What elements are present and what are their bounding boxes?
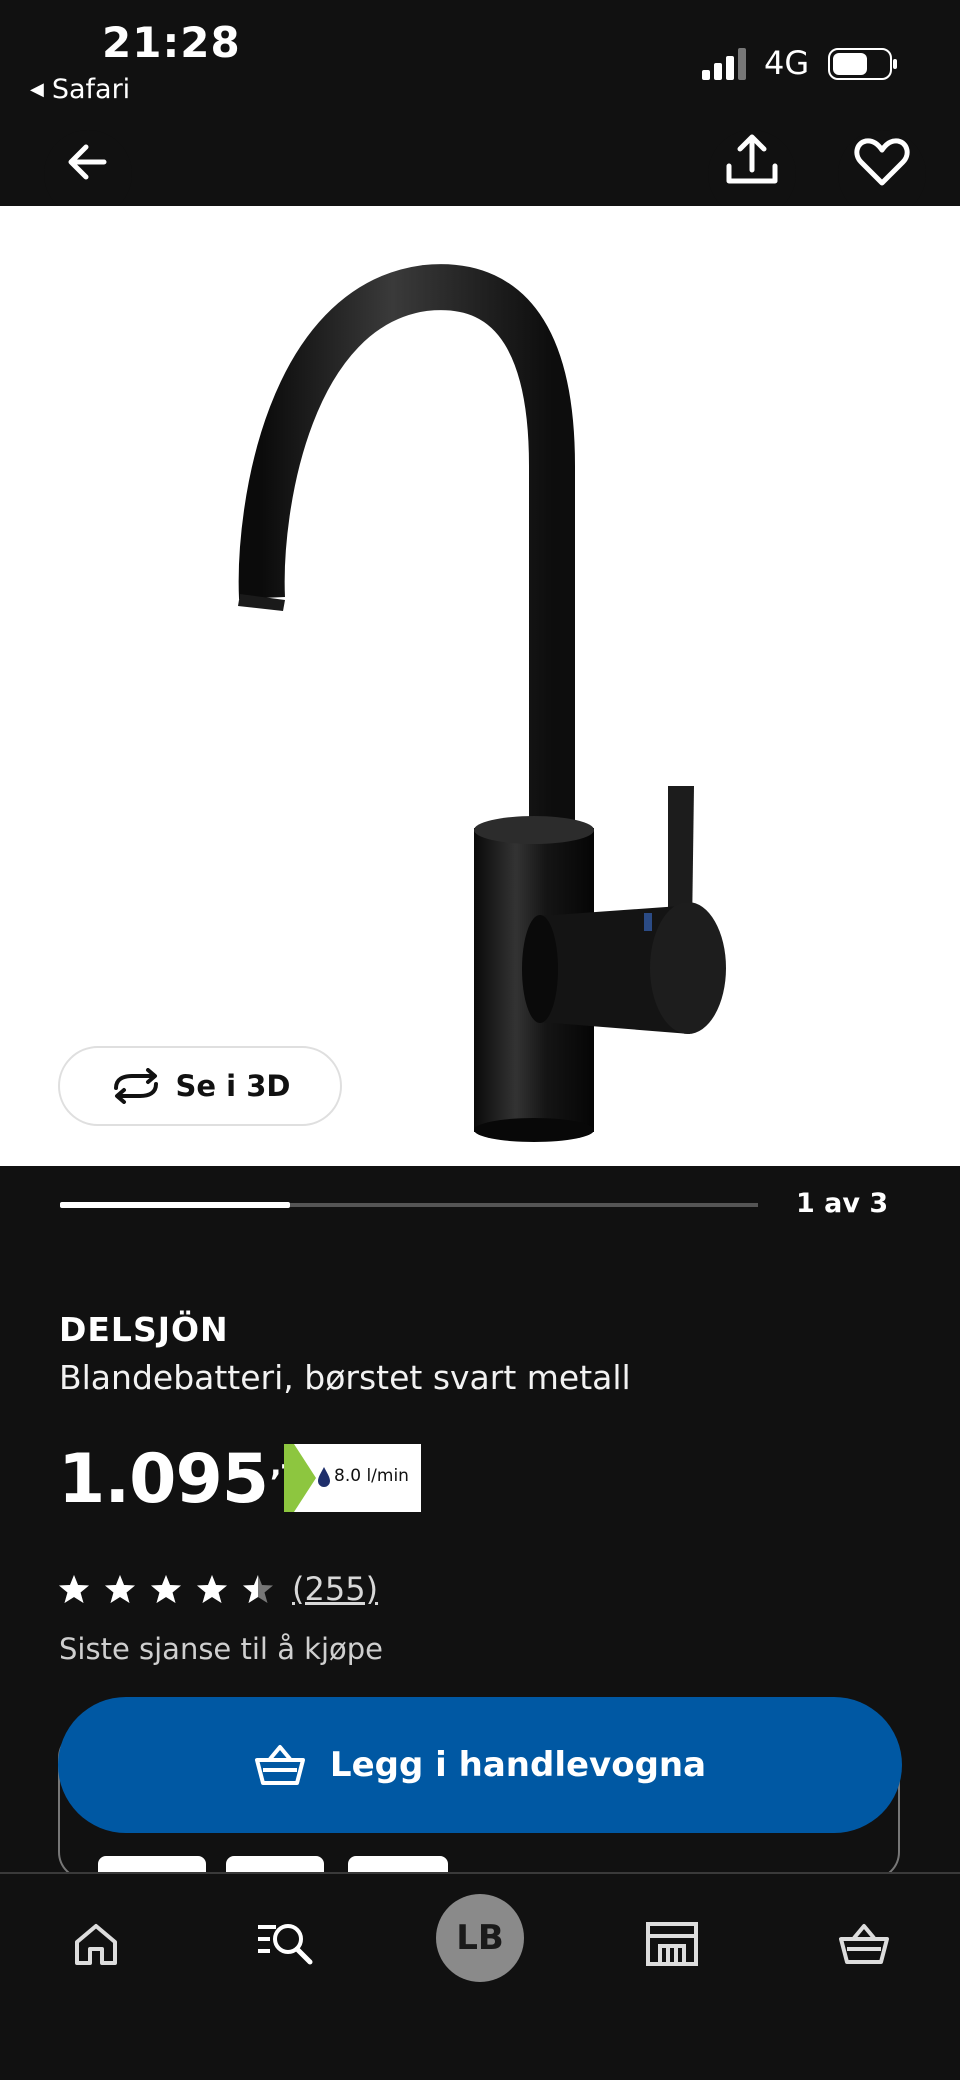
basket-icon [254,1745,305,1785]
star-icon [105,1575,135,1603]
product-description: Blandebatteri, børstet svart metall [59,1358,631,1397]
search-icon [258,1924,313,1965]
water-flow-label[interactable]: 8.0 l/min [284,1444,421,1512]
star-icon [151,1575,181,1603]
product-name: DELSJÖN [59,1310,229,1349]
share-icon [726,134,778,184]
status-time: 21:28 [102,18,241,67]
app-header [0,120,960,206]
back-app-label: Safari [51,74,131,105]
network-type: 4G [764,44,810,82]
signal-icon [702,48,746,80]
rotate-3d-icon [113,1068,158,1104]
gallery-progress-fill [60,1202,290,1208]
rating[interactable]: (255) [58,1570,378,1608]
nav-profile-avatar[interactable]: LB [436,1894,524,1982]
arrow-left-icon [68,144,107,180]
back-triangle-icon: ◀ [30,79,44,100]
faucet-image [238,264,726,1142]
review-count[interactable]: (255) [292,1570,378,1608]
view-3d-label: Se i 3D [175,1069,291,1103]
view-3d-button[interactable]: Se i 3D [58,1046,342,1126]
basket-icon [839,1924,889,1964]
favorite-button[interactable] [846,126,918,198]
nav-stores[interactable] [632,1904,712,1984]
nav-search[interactable] [246,1904,326,1984]
home-icon [75,1924,117,1965]
gallery-counter: 1 av 3 [796,1188,889,1219]
battery-icon [828,48,897,80]
availability-text: Siste sjanse til å kjøpe [59,1632,384,1666]
flow-label-strip [284,1444,294,1512]
heart-icon [854,138,910,186]
flow-label-arrow [294,1444,316,1512]
nav-basket[interactable] [824,1904,904,1984]
add-to-cart-button[interactable]: Legg i handlevogna [58,1697,902,1833]
add-to-cart-label: Legg i handlevogna [329,1745,707,1785]
star-icon [197,1575,227,1603]
back-to-app[interactable]: ◀ Safari [30,74,130,105]
back-button[interactable] [52,126,124,198]
star-icon [59,1575,89,1603]
price-value: 1.095 [58,1440,269,1519]
product-image[interactable] [0,206,960,1166]
nav-home[interactable] [56,1904,136,1984]
share-button[interactable] [716,126,788,198]
product-price: 1.095 ,- [58,1440,293,1519]
star-icon [243,1575,273,1603]
rating-stars [58,1573,274,1605]
water-drop-icon [318,1467,330,1487]
store-icon [646,1922,698,1966]
flow-rate-text: 8.0 l/min [334,1466,409,1486]
